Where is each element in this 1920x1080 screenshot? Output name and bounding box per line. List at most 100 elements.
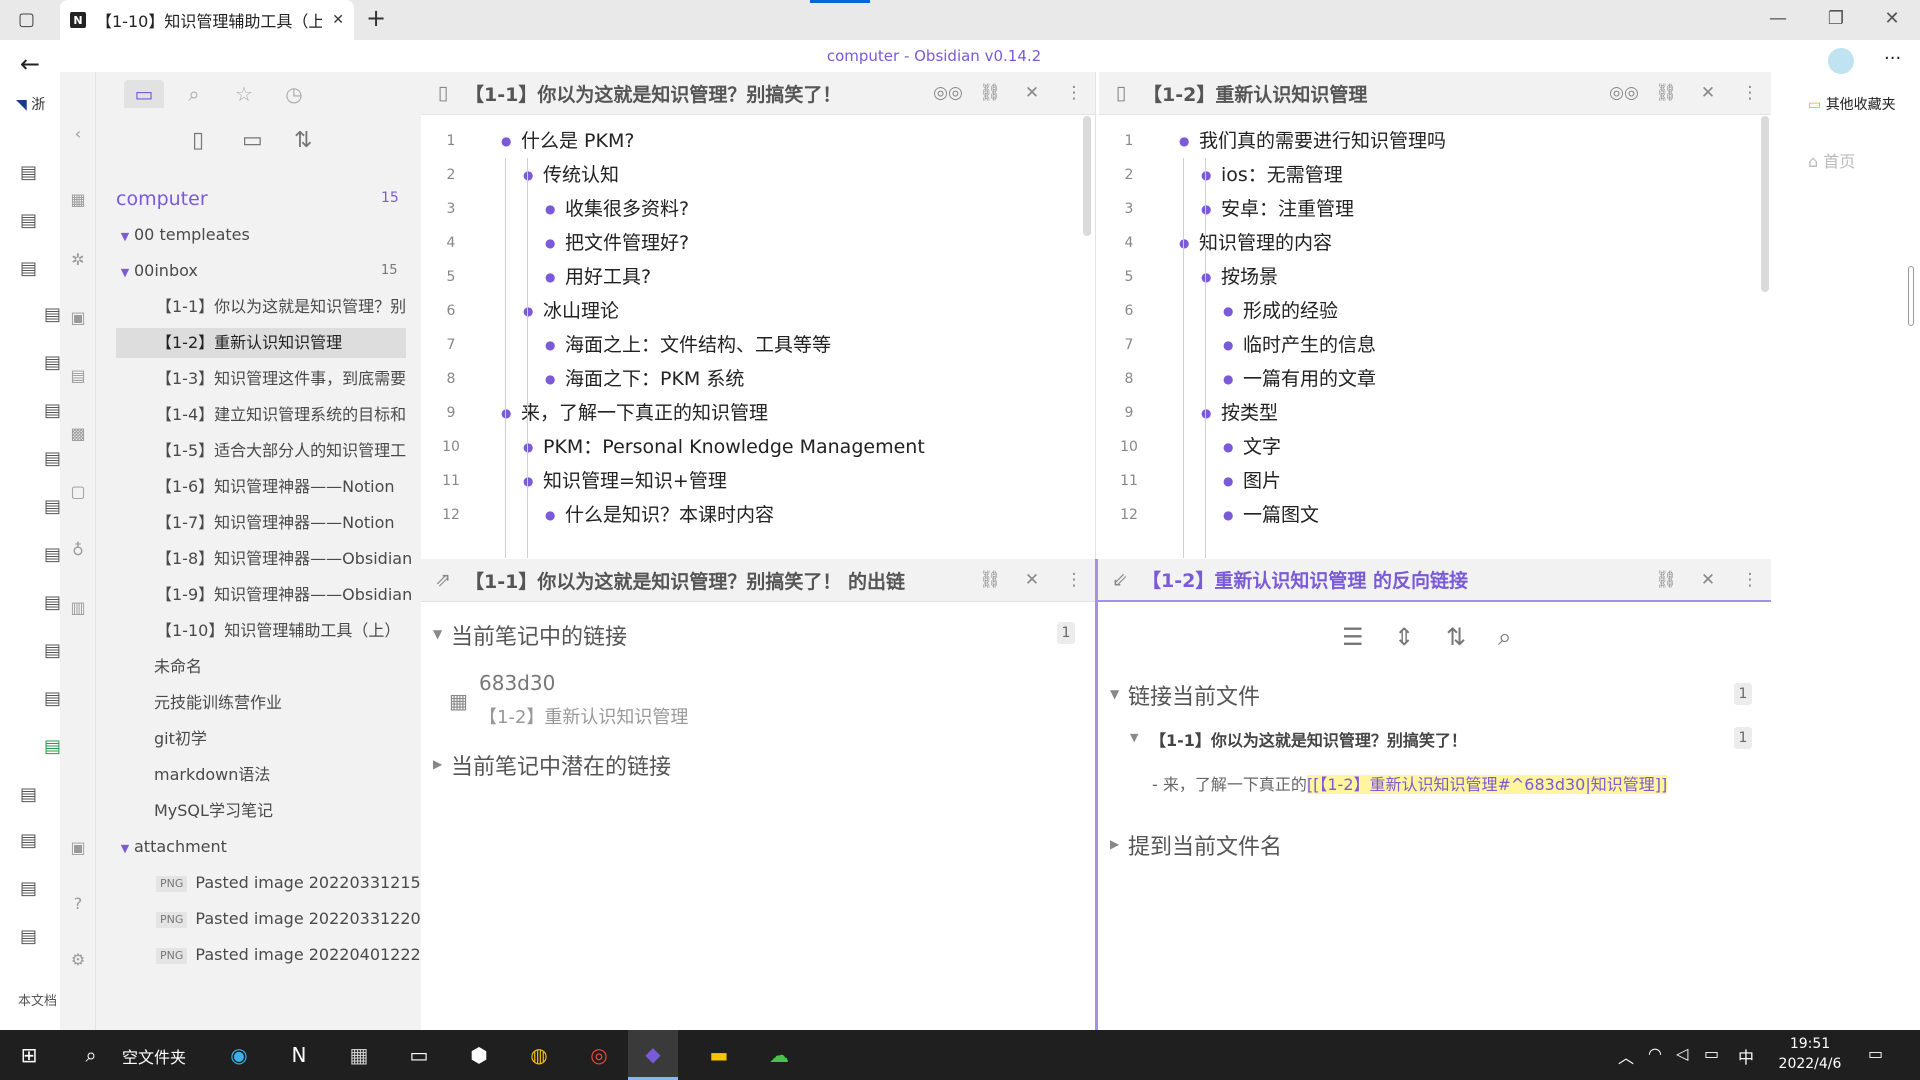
outgoing-link-target[interactable]: 【1-2】重新认识知识管理 [479, 703, 688, 729]
tab-close-icon[interactable]: ✕ [332, 12, 344, 28]
doc-icon[interactable]: ▤ [44, 640, 61, 661]
bullet-icon[interactable]: ● [501, 124, 511, 158]
tree-file[interactable]: 【1-1】你以为这就是知识管理？别 [96, 292, 421, 322]
editor-line[interactable]: 12 ● 什么是知识？本课时内容 [421, 498, 1095, 532]
backlink-file-title[interactable]: 【1-1】你以为这就是知识管理？别搞笑了！ [1150, 727, 1467, 751]
bullet-icon[interactable]: ● [545, 328, 555, 362]
doc-icon[interactable]: ▤ [20, 162, 37, 183]
editor-line[interactable]: 2 ● ios：无需管理 [1099, 158, 1771, 192]
bullet-icon[interactable]: ● [545, 362, 555, 396]
homepage-link[interactable]: ⌂ 首页 [1808, 148, 1855, 172]
bullet-icon[interactable]: ● [545, 226, 555, 260]
sort-icon[interactable]: ⇅ [294, 128, 312, 153]
bullet-icon[interactable]: ● [523, 158, 533, 192]
close-icon[interactable]: ✕ [1011, 83, 1053, 103]
ime-indicator[interactable]: 中 [1738, 1044, 1754, 1068]
bullet-icon[interactable]: ● [1223, 362, 1233, 396]
editor-line[interactable]: 12 ● 一篇图文 [1099, 498, 1771, 532]
bullet-icon[interactable]: ● [501, 396, 511, 430]
more-options-icon[interactable]: ⋮ [1053, 83, 1095, 103]
tree-file[interactable]: 【1-3】知识管理这件事，到底需要 [96, 364, 421, 394]
doc-icon[interactable]: ▤ [44, 448, 61, 469]
section-unlinked-mentions[interactable]: 当前笔记中潜在的链接 [451, 749, 671, 781]
left-pane-title[interactable]: 【1-1】你以为这就是知识管理？别搞笑了！ [465, 80, 927, 107]
bullet-icon[interactable]: ● [523, 294, 533, 328]
doc-icon[interactable]: ▤ [20, 258, 37, 279]
bullet-icon[interactable]: ● [1201, 158, 1211, 192]
bullet-icon[interactable]: ● [1201, 260, 1211, 294]
clock-icon[interactable]: ◷ [274, 80, 314, 108]
tab-actions-icon[interactable]: ▢ [18, 9, 35, 30]
backlinks-pane-title[interactable]: 【1-2】重新认识知识管理 的反向链接 [1142, 566, 1645, 593]
editor-line[interactable]: 11 ● 图片 [1099, 464, 1771, 498]
section-links-in-note[interactable]: 当前笔记中的链接 [451, 619, 627, 651]
scrollbar-thumb[interactable] [1908, 266, 1914, 326]
editor-line[interactable]: 1 ● 什么是 PKM? [421, 124, 1095, 158]
help-icon[interactable]: ? [68, 894, 88, 914]
notification-icon[interactable]: ▭ [1868, 1044, 1883, 1063]
close-icon[interactable]: ✕ [1011, 570, 1053, 590]
tree-file[interactable]: 【1-7】知识管理神器——Notion [96, 508, 421, 538]
new-folder-icon[interactable]: ▭ [242, 128, 263, 153]
doc-icon[interactable]: ▤ [44, 352, 61, 373]
outgoing-link-name[interactable]: 683d30 [479, 671, 555, 695]
vault-name[interactable]: computer [116, 188, 208, 210]
editor-line[interactable]: 10 ● PKM：Personal Knowledge Management [421, 430, 1095, 464]
link-icon[interactable]: ⛓ [1645, 570, 1687, 590]
collapse-triangle-icon[interactable]: ▼ [1130, 731, 1138, 744]
tree-file[interactable]: 未命名 [96, 652, 421, 682]
tree-file[interactable]: PNG Pasted image 202204012225 [96, 940, 421, 970]
folder-toggle-icon[interactable]: ▼ [116, 834, 134, 862]
browser-tab-active[interactable]: N 【1-10】知识管理辅助工具（上） ✕ [60, 0, 354, 40]
editor-line[interactable]: 1 ● 我们真的需要进行知识管理吗 [1099, 124, 1771, 158]
chrome-icon[interactable]: ◎ [574, 1030, 624, 1080]
editor-line[interactable]: 11 ● 知识管理=知识+管理 [421, 464, 1095, 498]
tree-file[interactable]: 【1-5】适合大部分人的知识管理工 [96, 436, 421, 466]
bullet-icon[interactable]: ● [545, 260, 555, 294]
tree-file[interactable]: 【1-9】知识管理神器——Obsidian [96, 580, 421, 610]
editor-line[interactable]: 3 ● 收集很多资料? [421, 192, 1095, 226]
collapse-triangle-icon[interactable]: ▼ [433, 627, 442, 641]
folder-toggle-icon[interactable]: ▼ [116, 258, 134, 286]
settings-gear-icon[interactable]: ⚙ [68, 950, 88, 970]
editor-line[interactable]: 4 ● 知识管理的内容 [1099, 226, 1771, 260]
notion-icon[interactable]: N [274, 1030, 324, 1080]
battery-icon[interactable]: ▭ [1704, 1044, 1719, 1063]
app-icon[interactable]: ▦ [334, 1030, 384, 1080]
search-icon[interactable]: ⌕ [174, 80, 214, 108]
templates-icon[interactable]: ▤ [68, 366, 88, 386]
editor-line[interactable]: 2 ● 传统认知 [421, 158, 1095, 192]
chevron-up-icon[interactable]: ︿ [1618, 1044, 1634, 1068]
tree-file[interactable]: PNG Pasted image 202203312152 [96, 868, 421, 898]
editor-line[interactable]: 4 ● 把文件管理好? [421, 226, 1095, 260]
scrollbar-thumb[interactable] [1083, 116, 1091, 236]
sort-icon[interactable]: ⇅ [1446, 623, 1466, 651]
tab-file-explorer[interactable]: ▭ [124, 80, 164, 108]
microphone-icon[interactable]: ♁ [68, 540, 88, 560]
doc-icon[interactable]: ▤ [20, 830, 37, 851]
editor-line[interactable]: 6 ● 形成的经验 [1099, 294, 1771, 328]
reading-mode-icon[interactable]: ◎◎ [927, 83, 969, 103]
bookmark-folder[interactable]: ▭ 其他收藏夹 [1808, 94, 1896, 114]
file-explorer-icon[interactable]: ▬ [694, 1030, 744, 1080]
doc-icon[interactable]: ▤ [44, 688, 61, 709]
expand-triangle-icon[interactable]: ▶ [1110, 837, 1119, 851]
network-icon[interactable]: ◠ [1648, 1044, 1662, 1063]
outgoing-pane-title[interactable]: 【1-1】你以为这就是知识管理？别搞笑了！ 的出链 [465, 567, 969, 594]
bullet-icon[interactable]: ● [1223, 328, 1233, 362]
editor-line[interactable]: 9 ● 按类型 [1099, 396, 1771, 430]
search-icon[interactable]: ⌕ [1498, 623, 1511, 651]
link-icon[interactable]: ⛓ [969, 570, 1011, 590]
todo-icon[interactable]: ◍ [514, 1030, 564, 1080]
section-unlinked-mentions[interactable]: 提到当前文件名 [1128, 829, 1282, 861]
folder-label[interactable]: 空文件夹 [122, 1044, 186, 1068]
more-options-icon[interactable]: ⋮ [1729, 83, 1771, 103]
doc-icon[interactable]: ▤ [44, 736, 61, 757]
app-icon[interactable]: ⬢ [454, 1030, 504, 1080]
scrollbar-thumb[interactable] [1761, 116, 1769, 292]
daily-note-icon[interactable]: ▢ [68, 482, 88, 502]
bullet-icon[interactable]: ● [1223, 430, 1233, 464]
new-note-icon[interactable]: ▯ [192, 128, 204, 153]
tree-file[interactable]: PNG Pasted image 202203312204 [96, 904, 421, 934]
doc-icon[interactable]: ▤ [44, 544, 61, 565]
